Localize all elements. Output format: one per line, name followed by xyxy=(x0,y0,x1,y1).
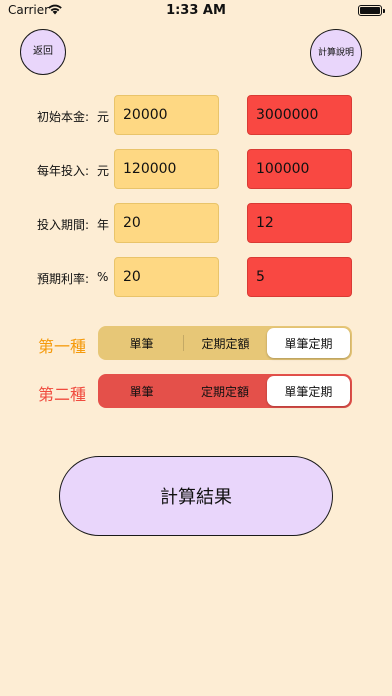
second-type-option-lump-sum[interactable]: 單筆 xyxy=(100,376,183,406)
rate-unit: % xyxy=(97,270,109,284)
principal-input-second[interactable]: 3000000 xyxy=(247,95,352,135)
rate-input-first[interactable]: 20 xyxy=(114,257,219,297)
calculate-button[interactable]: 計算結果 xyxy=(59,456,333,536)
rate-label: 預期利率: xyxy=(37,272,90,286)
first-type-option-regular[interactable]: 定期定額 xyxy=(184,328,267,358)
annual-investment-input-second[interactable]: 100000 xyxy=(247,149,352,189)
back-button[interactable]: 返回 xyxy=(20,29,66,75)
annual-investment-label: 每年投入: xyxy=(37,164,90,178)
period-input-first[interactable]: 20 xyxy=(114,203,219,243)
first-type-label: 第一種 xyxy=(38,337,87,356)
rate-input-second[interactable]: 5 xyxy=(247,257,352,297)
annual-investment-input-first[interactable]: 120000 xyxy=(114,149,219,189)
second-type-label: 第二種 xyxy=(38,385,87,404)
annual-investment-unit: 元 xyxy=(97,164,110,178)
status-bar: Carrier 1:33 AM xyxy=(0,0,392,24)
clock: 1:33 AM xyxy=(166,3,226,18)
second-type-option-regular[interactable]: 定期定額 xyxy=(183,376,266,406)
second-type-option-lump-sum-regular[interactable]: 單筆定期 xyxy=(266,376,350,406)
calculation-help-button[interactable]: 計算說明 xyxy=(310,29,362,77)
period-label: 投入期間: xyxy=(37,218,90,232)
battery-icon xyxy=(358,5,385,16)
principal-unit: 元 xyxy=(97,110,110,124)
period-unit: 年 xyxy=(97,218,110,232)
first-type-option-lump-sum-regular[interactable]: 單筆定期 xyxy=(267,328,350,358)
second-type-segmented-control: 單筆 定期定額 單筆定期 xyxy=(98,374,352,408)
period-input-second[interactable]: 12 xyxy=(247,203,352,243)
principal-input-first[interactable]: 20000 xyxy=(114,95,219,135)
first-type-segmented-control: 單筆 定期定額 單筆定期 xyxy=(98,326,352,360)
principal-label: 初始本金: xyxy=(37,110,90,124)
first-type-option-lump-sum[interactable]: 單筆 xyxy=(100,328,183,358)
